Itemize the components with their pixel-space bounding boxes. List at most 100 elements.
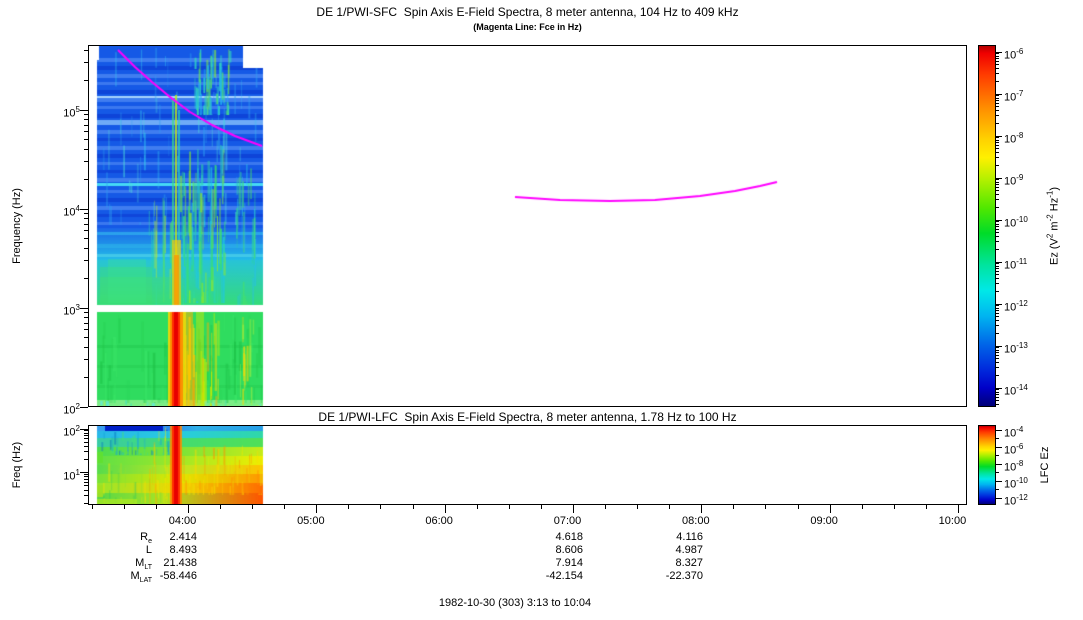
axis-tick bbox=[996, 333, 999, 334]
axis-tick bbox=[862, 505, 863, 509]
log-tick-label: 10-14 bbox=[1004, 381, 1048, 399]
log-tick-label: 10-8 bbox=[1004, 129, 1048, 147]
axis-tick bbox=[84, 347, 88, 348]
axis-tick bbox=[84, 278, 88, 279]
axis-tick bbox=[798, 505, 799, 509]
log-tick-label: 10-10 bbox=[1004, 213, 1048, 231]
axis-tick bbox=[996, 498, 1002, 499]
log-tick-label: 10-12 bbox=[1004, 491, 1048, 509]
axis-tick bbox=[541, 505, 542, 509]
axis-tick bbox=[996, 430, 1002, 431]
axis-tick bbox=[84, 495, 88, 496]
ephemeris-value: -42.154 bbox=[513, 570, 583, 582]
axis-tick bbox=[84, 337, 88, 338]
log-tick-label: 105 bbox=[44, 103, 80, 121]
axis-tick bbox=[84, 476, 88, 477]
axis-tick bbox=[996, 325, 999, 326]
axis-tick bbox=[996, 464, 1002, 465]
axis-tick bbox=[996, 455, 999, 456]
axis-tick bbox=[996, 404, 999, 405]
axis-tick bbox=[84, 485, 88, 486]
axis-tick bbox=[996, 123, 999, 124]
axis-tick bbox=[84, 149, 88, 150]
axis-tick bbox=[84, 260, 88, 261]
axis-tick bbox=[316, 505, 317, 513]
ephemeris-value: 8.606 bbox=[513, 544, 583, 556]
axis-tick bbox=[996, 362, 999, 363]
axis-tick bbox=[996, 489, 999, 490]
axis-tick bbox=[80, 308, 88, 309]
axis-tick bbox=[996, 320, 999, 321]
axis-tick bbox=[84, 161, 88, 162]
axis-tick bbox=[996, 481, 1002, 482]
axis-tick bbox=[84, 446, 88, 447]
axis-tick bbox=[996, 53, 999, 54]
axis-tick bbox=[996, 73, 999, 74]
axis-tick bbox=[84, 238, 88, 239]
ephemeris-value: 4.618 bbox=[513, 531, 583, 543]
axis-tick bbox=[996, 194, 999, 195]
axis-tick bbox=[84, 114, 88, 115]
axis-tick bbox=[996, 190, 999, 191]
axis-tick bbox=[996, 140, 999, 141]
axis-tick bbox=[996, 347, 999, 348]
axis-tick bbox=[996, 350, 999, 351]
axis-tick bbox=[252, 505, 253, 509]
axis-tick bbox=[996, 392, 999, 393]
axis-tick bbox=[996, 266, 999, 267]
ephemeris-value: -22.370 bbox=[633, 570, 703, 582]
axis-tick bbox=[996, 220, 1002, 221]
axis-tick bbox=[84, 230, 88, 231]
axis-tick bbox=[996, 274, 999, 275]
axis-tick bbox=[84, 125, 88, 126]
axis-tick bbox=[220, 505, 221, 509]
axis-tick bbox=[509, 505, 510, 509]
axis-tick bbox=[996, 52, 1002, 53]
axis-tick bbox=[996, 94, 1002, 95]
axis-tick bbox=[92, 505, 93, 509]
axis-tick bbox=[996, 115, 999, 116]
ephemeris-value: 21.438 bbox=[127, 557, 197, 569]
x-tick-label: 05:00 bbox=[281, 515, 341, 527]
axis-tick bbox=[996, 236, 999, 237]
axis-tick bbox=[996, 400, 999, 401]
log-tick-label: 10-6 bbox=[1004, 440, 1048, 458]
axis-tick bbox=[996, 355, 999, 356]
axis-tick bbox=[84, 490, 88, 491]
x-tick-label: 07:00 bbox=[537, 515, 597, 527]
axis-tick bbox=[996, 232, 999, 233]
axis-tick bbox=[84, 377, 88, 378]
axis-tick bbox=[284, 505, 285, 509]
axis-tick bbox=[996, 199, 999, 200]
sfc-spectrogram-canvas bbox=[88, 45, 967, 407]
axis-tick bbox=[84, 80, 88, 81]
axis-tick bbox=[445, 505, 446, 513]
axis-tick bbox=[477, 505, 478, 509]
log-tick-label: 104 bbox=[44, 202, 80, 220]
lfc-colorbar bbox=[978, 425, 996, 505]
axis-tick bbox=[573, 505, 574, 513]
x-tick-label: 06:00 bbox=[409, 515, 469, 527]
axis-tick bbox=[605, 505, 606, 509]
axis-tick bbox=[996, 137, 999, 138]
axis-tick bbox=[996, 106, 999, 107]
sfc-colorbar bbox=[978, 45, 996, 407]
ephemeris-value: 7.914 bbox=[513, 557, 583, 569]
sfc-title: DE 1/PWI-SFC Spin Axis E-Field Spectra, … bbox=[88, 5, 967, 19]
axis-tick bbox=[996, 472, 999, 473]
axis-tick bbox=[765, 505, 766, 509]
log-tick-label: 10-10 bbox=[1004, 474, 1048, 492]
log-tick-label: 101 bbox=[44, 466, 80, 484]
axis-tick bbox=[380, 505, 381, 509]
axis-tick bbox=[84, 213, 88, 214]
axis-tick bbox=[84, 139, 88, 140]
axis-tick bbox=[996, 68, 999, 69]
x-tick-label: 04:00 bbox=[153, 515, 213, 527]
axis-tick bbox=[996, 310, 999, 311]
axis-tick bbox=[996, 375, 999, 376]
axis-tick bbox=[84, 312, 88, 313]
axis-tick bbox=[996, 58, 999, 59]
axis-tick bbox=[996, 145, 999, 146]
axis-tick bbox=[996, 305, 999, 306]
spectrogram-figure: DE 1/PWI-SFC Spin Axis E-Field Spectra, … bbox=[0, 0, 1083, 620]
